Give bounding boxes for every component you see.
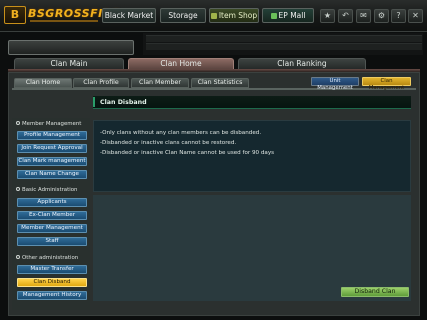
game-logo: B BSGROSSFIRE <box>4 4 119 26</box>
sidebar-item-management-history[interactable]: Management History <box>17 291 87 300</box>
bullet-icon <box>16 187 20 191</box>
black-market-label: Black Market <box>104 11 154 20</box>
bullet-icon <box>16 255 20 259</box>
bullet-icon <box>16 121 20 125</box>
star-icon[interactable]: ★ <box>320 9 335 23</box>
sidebar-item-staff[interactable]: Staff <box>17 237 87 246</box>
item-shop-label: Item Shop <box>218 11 258 20</box>
sidebar-item-clan-name-change[interactable]: Clan Name Change <box>17 170 87 179</box>
section-title-basic-administration: Basic Administration <box>16 187 77 193</box>
notice-line: -Disbanded or inactive Clan Name cannot … <box>100 150 275 156</box>
sidebar-item-profile-management[interactable]: Profile Management <box>17 131 87 140</box>
sidebar-item-clan-disband[interactable]: Clan Disband <box>17 278 87 287</box>
close-icon[interactable]: ✕ <box>408 9 423 23</box>
subtab-clan-statistics[interactable]: Clan Statistics <box>191 78 249 88</box>
ep-mall-label: EP Mall <box>278 11 306 20</box>
logo-underline <box>30 20 98 22</box>
notice-line: -Only clans without any clan members can… <box>100 130 262 136</box>
gear-icon[interactable]: ⚙ <box>374 9 389 23</box>
section-title-other-administration: Other administration <box>16 255 78 261</box>
storage-button[interactable]: Storage <box>160 8 206 23</box>
subtab-clan-home[interactable]: Clan Home <box>14 78 72 88</box>
header-accent <box>93 97 95 107</box>
content-title: Clan Disband <box>100 99 147 106</box>
storage-label: Storage <box>168 11 198 20</box>
black-market-button[interactable]: Black Market <box>102 8 156 23</box>
shop-icon <box>210 13 217 19</box>
logo-emblem: B <box>4 6 26 24</box>
info-line <box>146 35 422 42</box>
ep-mall-button[interactable]: EP Mall <box>262 8 314 23</box>
player-info-slot <box>8 40 134 55</box>
sidebar-item-master-transfer[interactable]: Master Transfer <box>17 265 87 274</box>
clan-management-button[interactable]: Clan Management <box>362 77 411 91</box>
section-title-label: Other administration <box>22 255 79 261</box>
sidebar-item-join-request-approval[interactable]: Join Request Approval <box>17 144 87 153</box>
tab-clan-main[interactable]: Clan Main <box>14 58 124 69</box>
mail-icon[interactable]: ✉ <box>356 9 371 23</box>
notice-line: -Disbanded or inactive clans cannot be r… <box>100 140 237 146</box>
sidebar-item-clan-mark-management[interactable]: Clan Mark management <box>17 157 87 166</box>
disband-clan-button[interactable]: Disband Clan <box>341 287 409 297</box>
tab-clan-home[interactable]: Clan Home <box>128 58 234 69</box>
help-icon[interactable]: ? <box>391 9 406 23</box>
subtab-clan-member[interactable]: Clan Member <box>131 78 189 88</box>
mall-icon <box>270 13 277 19</box>
tab-clan-ranking[interactable]: Clan Ranking <box>238 58 366 69</box>
item-shop-button[interactable]: Item Shop <box>209 8 259 23</box>
section-title-label: Member Management <box>22 121 82 127</box>
unit-management-button[interactable]: Unit Management <box>311 77 359 91</box>
content-lower-area <box>93 195 411 301</box>
back-arrow-icon[interactable]: ↶ <box>338 9 353 23</box>
sidebar-item-applicants[interactable]: Applicants <box>17 198 87 207</box>
sidebar-item-ex-clan-member[interactable]: Ex-Clan Member <box>17 211 87 220</box>
subtab-clan-profile[interactable]: Clan Profile <box>73 78 129 88</box>
subtab-underline <box>12 88 416 90</box>
info-line <box>146 43 422 50</box>
section-title-member-management: Member Management <box>16 121 81 127</box>
section-title-label: Basic Administration <box>22 187 78 193</box>
sidebar-item-member-management[interactable]: Member Management <box>17 224 87 233</box>
